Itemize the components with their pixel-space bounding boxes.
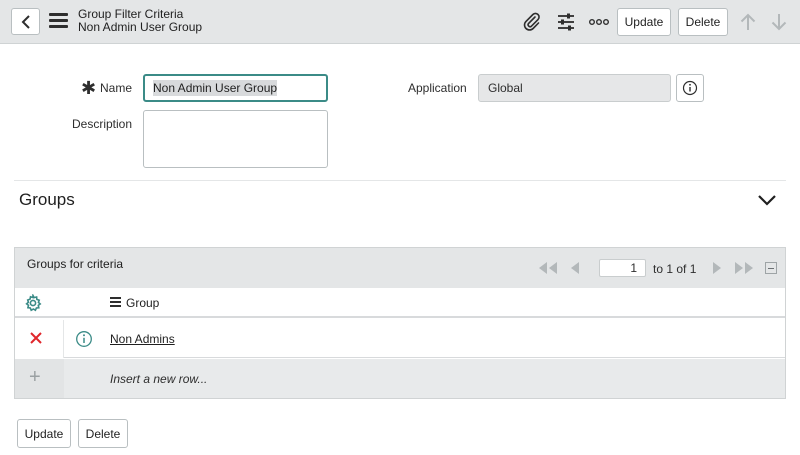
name-label: Name	[100, 81, 133, 95]
insert-row[interactable]: + Insert a new row...	[15, 359, 785, 398]
description-field[interactable]	[143, 110, 328, 168]
last-page-icon[interactable]	[733, 261, 755, 275]
related-list-title: Groups for criteria	[27, 257, 124, 271]
delete-row-icon[interactable]	[29, 331, 43, 345]
previous-page-icon[interactable]	[570, 261, 580, 275]
page-range-text: to 1 of 1	[653, 262, 697, 276]
gear-icon[interactable]	[24, 294, 42, 312]
group-column-label: Group	[126, 296, 160, 310]
collapse-list-icon[interactable]	[765, 262, 777, 274]
arrow-up-icon[interactable]	[737, 11, 759, 33]
first-page-icon[interactable]	[537, 261, 559, 275]
footer-delete-button[interactable]: Delete	[78, 419, 128, 448]
chevron-down-icon[interactable]	[756, 190, 778, 210]
related-list-header: Groups for criteria 1 to 1 of 1	[15, 248, 785, 288]
related-list-groups: Groups for criteria 1 to 1 of 1 Group No…	[14, 247, 786, 399]
chevron-left-icon	[21, 14, 30, 29]
application-info-button[interactable]	[676, 74, 704, 102]
row-info-icon[interactable]	[75, 330, 93, 348]
section-title-groups: Groups	[19, 190, 75, 209]
column-header-row: Group	[15, 288, 785, 318]
group-link[interactable]: Non Admins	[110, 332, 175, 346]
row-action-cell	[15, 320, 64, 358]
column-menu-icon[interactable]	[110, 297, 121, 309]
personalize-sliders-icon[interactable]	[555, 11, 577, 33]
insert-row-text[interactable]: Insert a new row...	[110, 372, 207, 386]
more-options-icon[interactable]	[588, 11, 610, 33]
back-button[interactable]	[11, 8, 40, 35]
section-divider	[14, 180, 786, 181]
arrow-down-icon[interactable]	[768, 11, 790, 33]
insert-row-action-cell: +	[15, 359, 64, 398]
plus-icon: +	[29, 366, 41, 388]
form-header: Group Filter Criteria Non Admin User Gro…	[0, 0, 800, 44]
name-value: Non Admin User Group	[153, 80, 278, 96]
name-field[interactable]: Non Admin User Group	[143, 74, 328, 102]
description-label: Description	[72, 117, 133, 131]
application-field: Global	[478, 74, 671, 102]
next-page-icon[interactable]	[712, 261, 722, 275]
application-label: Application	[408, 81, 467, 95]
header-update-button[interactable]: Update	[617, 8, 671, 36]
header-delete-button[interactable]: Delete	[678, 8, 728, 36]
info-icon	[682, 80, 698, 96]
footer-update-button[interactable]: Update	[17, 419, 71, 448]
group-column-header[interactable]: Group	[110, 296, 159, 310]
paperclip-icon[interactable]	[521, 11, 543, 33]
required-asterisk-icon: ✱	[81, 78, 97, 98]
form-subtitle: Non Admin User Group	[78, 20, 203, 34]
context-menu-icon[interactable]	[49, 13, 68, 29]
table-row: Non Admins	[15, 320, 785, 358]
page-number-input[interactable]: 1	[599, 259, 646, 277]
